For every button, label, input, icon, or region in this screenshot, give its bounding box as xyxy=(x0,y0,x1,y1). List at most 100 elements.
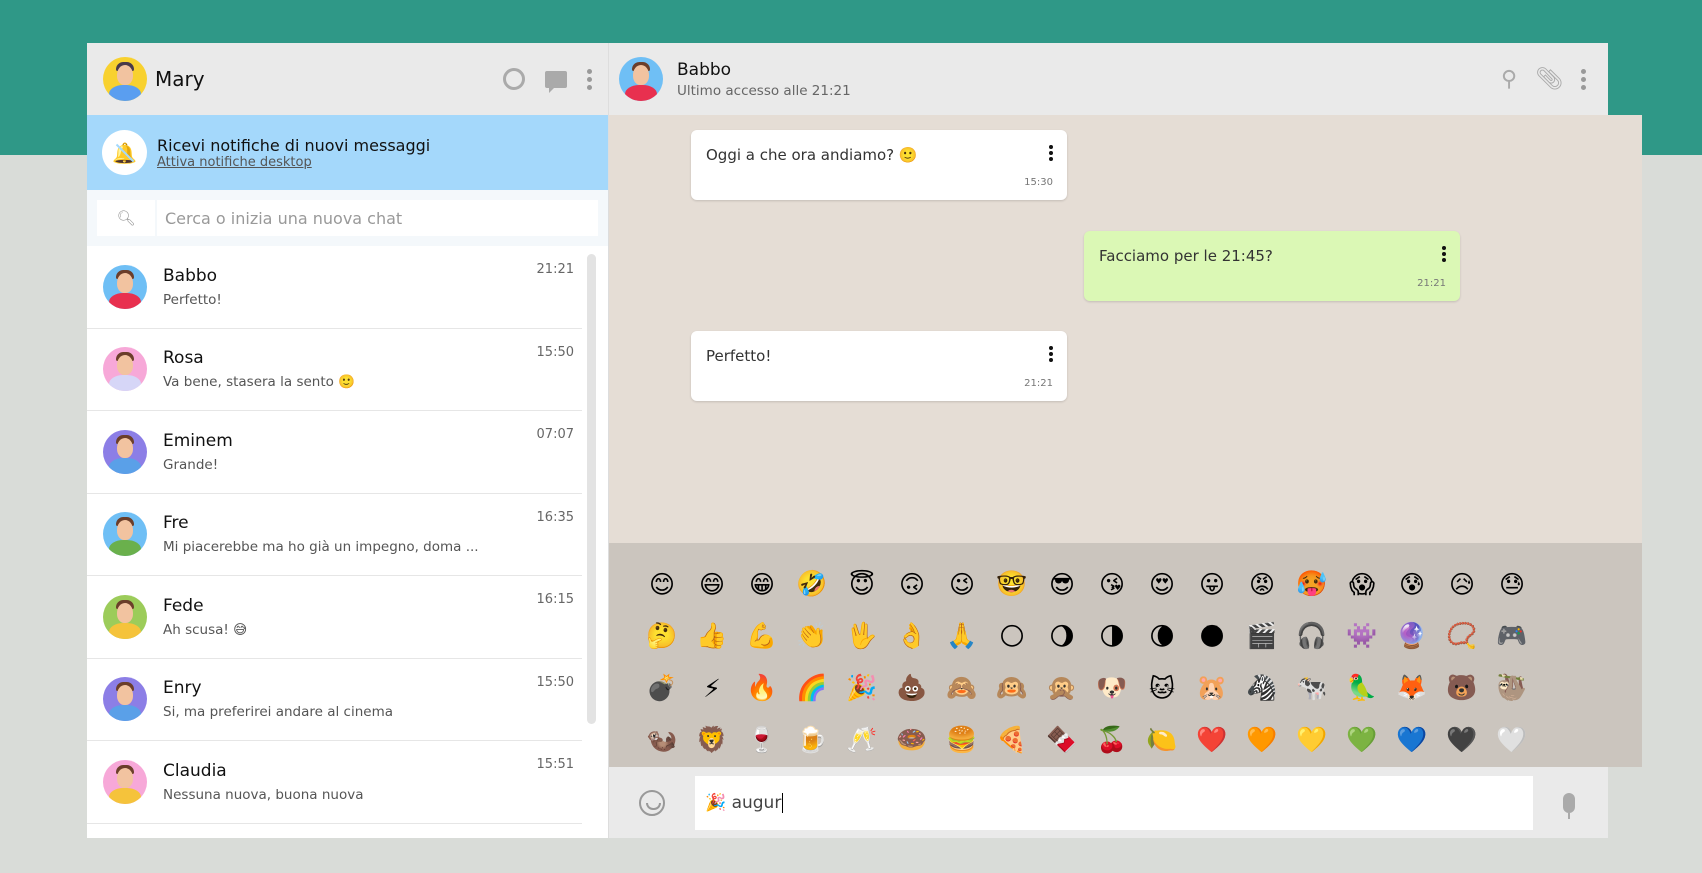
chat-list-item[interactable]: Fre Mi piacerebbe ma ho già un impegno, … xyxy=(87,494,582,576)
emoji-option[interactable]: 🖤 xyxy=(1437,725,1487,755)
emoji-option[interactable]: 💪 xyxy=(737,621,787,651)
message-menu-icon[interactable] xyxy=(1442,246,1446,262)
chat-name: Enry xyxy=(163,678,202,699)
emoji-option[interactable]: ⚡ xyxy=(687,674,737,703)
emoji-option[interactable]: 👌 xyxy=(887,621,937,651)
microphone-icon[interactable] xyxy=(1563,792,1575,819)
emoji-option[interactable]: 🦊 xyxy=(1387,673,1437,703)
emoji-option[interactable]: 🌘 xyxy=(1137,622,1187,651)
emoji-option[interactable]: 😁 xyxy=(737,570,787,599)
emoji-option[interactable]: 🍔 xyxy=(937,725,987,755)
contact-avatar[interactable] xyxy=(619,57,663,101)
emoji-option[interactable]: 👏 xyxy=(787,621,837,651)
emoji-option[interactable]: 💚 xyxy=(1337,725,1387,755)
message-time: 21:21 xyxy=(1024,378,1053,389)
new-chat-icon[interactable] xyxy=(545,70,567,93)
emoji-option[interactable]: 🦦 xyxy=(637,725,687,755)
emoji-option[interactable]: 🙈 xyxy=(937,673,987,703)
chat-list-item[interactable]: Rosa Va bene, stasera la sento 🙂 15:50 xyxy=(87,329,582,411)
emoji-option[interactable]: 🌑 xyxy=(1187,622,1237,651)
emoji-option[interactable]: 🙊 xyxy=(1037,673,1087,703)
emoji-option[interactable]: 🙃 xyxy=(887,570,937,599)
emoji-option[interactable]: 🦥 xyxy=(1487,673,1537,703)
emoji-option[interactable]: 🍩 xyxy=(887,725,937,755)
emoji-option[interactable]: 😥 xyxy=(1437,570,1487,599)
emoji-option[interactable]: 🤔 xyxy=(637,621,687,651)
chat-list-item[interactable]: Enry Si, ma preferirei andare al cinema … xyxy=(87,659,582,741)
emoji-option[interactable]: 🎮 xyxy=(1487,621,1537,651)
emoji-option[interactable]: 🍒 xyxy=(1087,725,1137,755)
emoji-option[interactable]: 🍫 xyxy=(1037,725,1087,755)
emoji-option[interactable]: 🙉 xyxy=(987,673,1037,703)
emoji-option[interactable]: 🤓 xyxy=(987,569,1037,599)
emoji-option[interactable]: 🦁 xyxy=(687,725,737,755)
emoji-option[interactable]: 😰 xyxy=(1387,570,1437,599)
user-avatar[interactable] xyxy=(103,57,147,101)
emoji-option[interactable]: 🤣 xyxy=(787,569,837,599)
emoji-option[interactable]: 🌖 xyxy=(1037,622,1087,651)
emoji-option[interactable]: 💛 xyxy=(1287,725,1337,755)
emoji-option[interactable]: 😛 xyxy=(1187,570,1237,599)
emoji-option[interactable]: 😄 xyxy=(687,570,737,599)
emoji-option[interactable]: 🐹 xyxy=(1187,673,1237,703)
search-bar: 🔍︎ xyxy=(87,190,608,246)
chat-preview: Nessuna nuova, buona nuova xyxy=(163,786,364,803)
emoji-option[interactable]: 🖖 xyxy=(837,621,887,651)
emoji-option[interactable]: 😱 xyxy=(1337,570,1387,599)
emoji-option[interactable]: 🦜 xyxy=(1337,673,1387,703)
chat-list-item[interactable]: Claudia Nessuna nuova, buona nuova 15:51 xyxy=(87,741,582,824)
attach-icon[interactable]: 📎︎ xyxy=(1535,67,1563,92)
emoji-option[interactable]: 🍷 xyxy=(737,725,787,755)
emoji-option[interactable]: 🥵 xyxy=(1287,569,1337,599)
emoji-option[interactable]: 🐶 xyxy=(1087,673,1137,703)
emoji-option[interactable]: 💙 xyxy=(1387,725,1437,755)
emoji-option[interactable]: 🐄 xyxy=(1287,673,1337,703)
chat-list-item[interactable]: Fede Ah scusa! 😅 16:15 xyxy=(87,576,582,659)
search-icon[interactable]: ⚲ xyxy=(1501,67,1517,92)
emoji-option[interactable]: 💩 xyxy=(887,673,937,703)
emoji-option[interactable]: 🍋 xyxy=(1137,725,1187,755)
emoji-option[interactable]: 🎬 xyxy=(1237,621,1287,651)
emoji-option[interactable]: 🙏 xyxy=(937,621,987,651)
emoji-icon[interactable] xyxy=(639,789,665,816)
chat-list-item[interactable]: Eminem Grande! 07:07 xyxy=(87,411,582,494)
emoji-option[interactable]: 🌈 xyxy=(787,673,837,703)
emoji-option[interactable]: 😘 xyxy=(1087,570,1137,599)
emoji-option[interactable]: 🐱 xyxy=(1137,674,1187,703)
search-input[interactable] xyxy=(157,200,598,236)
emoji-option[interactable]: 🔥 xyxy=(737,673,787,703)
emoji-option[interactable]: 🔮 xyxy=(1387,621,1437,651)
emoji-option[interactable]: 🌕 xyxy=(987,622,1037,651)
emoji-option[interactable]: 🧡 xyxy=(1237,725,1287,755)
enable-notifications-link[interactable]: Attiva notifiche desktop xyxy=(157,155,430,170)
emoji-option[interactable]: 😍 xyxy=(1137,570,1187,599)
emoji-option[interactable]: 😡 xyxy=(1237,570,1287,599)
status-icon[interactable] xyxy=(503,68,525,90)
emoji-option[interactable]: 😓 xyxy=(1487,570,1537,599)
emoji-option[interactable]: 👾 xyxy=(1337,621,1387,651)
emoji-option[interactable]: 🌗 xyxy=(1087,622,1137,651)
emoji-option[interactable]: 👍 xyxy=(687,621,737,651)
message-menu-icon[interactable] xyxy=(1049,145,1053,161)
emoji-option[interactable]: 😉 xyxy=(937,570,987,599)
scrollbar[interactable] xyxy=(587,254,596,724)
emoji-option[interactable]: 😎 xyxy=(1037,570,1087,599)
emoji-option[interactable]: 😊 xyxy=(637,570,687,599)
emoji-option[interactable]: 🍺 xyxy=(787,725,837,755)
emoji-option[interactable]: 🦓 xyxy=(1237,673,1287,703)
message-input[interactable]: 🎉 augur xyxy=(695,775,1533,830)
menu-icon[interactable] xyxy=(587,68,592,90)
emoji-option[interactable]: ❤️ xyxy=(1187,725,1237,755)
emoji-option[interactable]: 📿 xyxy=(1437,621,1487,651)
emoji-option[interactable]: 🎧 xyxy=(1287,621,1337,651)
emoji-option[interactable]: 🥂 xyxy=(837,725,887,755)
emoji-option[interactable]: 🎉 xyxy=(837,673,887,703)
emoji-option[interactable]: 🤍 xyxy=(1487,725,1537,755)
chat-list-item[interactable]: Babbo Perfetto! 21:21 xyxy=(87,246,582,329)
emoji-option[interactable]: 😇 xyxy=(837,570,887,599)
menu-icon[interactable] xyxy=(1581,68,1586,90)
message-menu-icon[interactable] xyxy=(1049,346,1053,362)
emoji-option[interactable]: 💣 xyxy=(637,673,687,703)
emoji-option[interactable]: 🐻 xyxy=(1437,673,1487,703)
emoji-option[interactable]: 🍕 xyxy=(987,725,1037,755)
